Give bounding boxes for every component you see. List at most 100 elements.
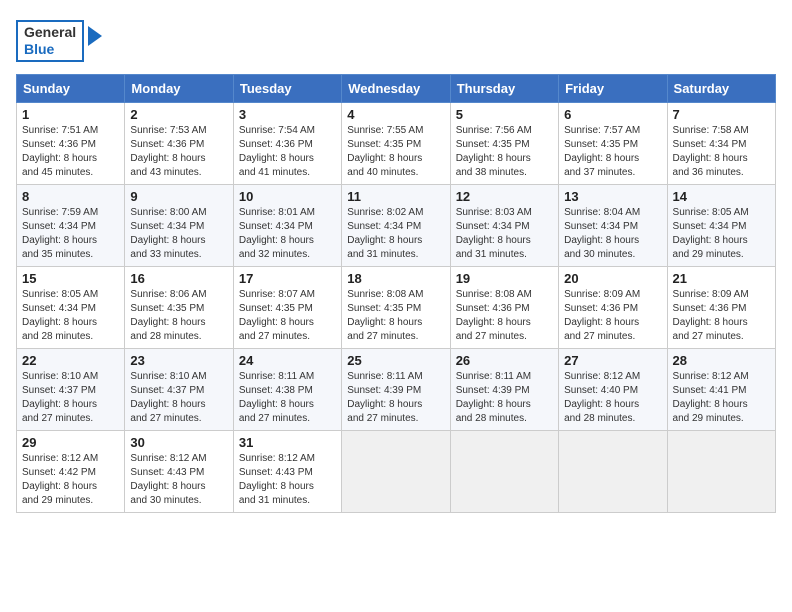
logo-line2: Blue [24,41,76,58]
weekday-header-row: SundayMondayTuesdayWednesdayThursdayFrid… [17,74,776,102]
day-number: 15 [22,271,119,286]
day-number: 2 [130,107,227,122]
calendar-body: 1Sunrise: 7:51 AM Sunset: 4:36 PM Daylig… [17,102,776,512]
day-info: Sunrise: 8:05 AM Sunset: 4:34 PM Dayligh… [673,206,770,262]
day-info: Sunrise: 8:07 AM Sunset: 4:35 PM Dayligh… [239,288,336,344]
calendar-cell: 23 Sunrise: 8:10 AM Sunset: 4:37 PM Dayli… [125,348,233,430]
calendar-cell: 11 Sunrise: 8:02 AM Sunset: 4:34 PM Dayli… [342,184,450,266]
calendar-week-5: 29 Sunrise: 8:12 AM Sunset: 4:42 PM Dayli… [17,430,776,512]
day-number: 26 [456,353,553,368]
calendar-cell: 1Sunrise: 7:51 AM Sunset: 4:36 PM Daylig… [17,102,125,184]
calendar-cell: 17Sunrise: 8:07 AM Sunset: 4:35 PM Dayli… [233,266,341,348]
calendar-cell: 7 Sunrise: 7:58 AM Sunset: 4:34 PM Daylig… [667,102,775,184]
weekday-friday: Friday [559,74,667,102]
calendar-week-4: 22Sunrise: 8:10 AM Sunset: 4:37 PM Dayli… [17,348,776,430]
day-info: Sunrise: 8:08 AM Sunset: 4:35 PM Dayligh… [347,288,444,344]
day-info: Sunrise: 8:10 AM Sunset: 4:37 PM Dayligh… [22,370,119,426]
calendar-cell: 9 Sunrise: 8:00 AM Sunset: 4:34 PM Daylig… [125,184,233,266]
calendar-week-3: 15Sunrise: 8:05 AM Sunset: 4:34 PM Dayli… [17,266,776,348]
weekday-sunday: Sunday [17,74,125,102]
day-info: Sunrise: 7:51 AM Sunset: 4:36 PM Dayligh… [22,124,119,180]
weekday-monday: Monday [125,74,233,102]
weekday-tuesday: Tuesday [233,74,341,102]
day-number: 8 [22,189,119,204]
day-info: Sunrise: 8:12 AM Sunset: 4:42 PM Dayligh… [22,452,119,508]
day-info: Sunrise: 8:02 AM Sunset: 4:34 PM Dayligh… [347,206,444,262]
day-number: 18 [347,271,444,286]
day-info: Sunrise: 8:11 AM Sunset: 4:39 PM Dayligh… [347,370,444,426]
day-info: Sunrise: 8:09 AM Sunset: 4:36 PM Dayligh… [673,288,770,344]
day-number: 11 [347,189,444,204]
calendar-cell [559,430,667,512]
calendar-cell: 6 Sunrise: 7:57 AM Sunset: 4:35 PM Daylig… [559,102,667,184]
calendar-cell: 27Sunrise: 8:12 AM Sunset: 4:40 PM Dayli… [559,348,667,430]
day-info: Sunrise: 7:58 AM Sunset: 4:34 PM Dayligh… [673,124,770,180]
calendar-cell [450,430,558,512]
day-number: 7 [673,107,770,122]
weekday-thursday: Thursday [450,74,558,102]
day-info: Sunrise: 7:54 AM Sunset: 4:36 PM Dayligh… [239,124,336,180]
calendar-cell: 8 Sunrise: 7:59 AM Sunset: 4:34 PM Daylig… [17,184,125,266]
calendar-cell: 28Sunrise: 8:12 AM Sunset: 4:41 PM Dayli… [667,348,775,430]
day-number: 29 [22,435,119,450]
day-number: 14 [673,189,770,204]
calendar-cell: 2Sunrise: 7:53 AM Sunset: 4:36 PM Daylig… [125,102,233,184]
logo-arrow-icon [88,26,102,46]
calendar-cell: 4 Sunrise: 7:55 AM Sunset: 4:35 PM Daylig… [342,102,450,184]
calendar-cell: 20Sunrise: 8:09 AM Sunset: 4:36 PM Dayli… [559,266,667,348]
calendar-cell: 29 Sunrise: 8:12 AM Sunset: 4:42 PM Dayli… [17,430,125,512]
day-number: 3 [239,107,336,122]
day-info: Sunrise: 7:55 AM Sunset: 4:35 PM Dayligh… [347,124,444,180]
calendar-cell: 31Sunrise: 8:12 AM Sunset: 4:43 PM Dayli… [233,430,341,512]
calendar-cell: 15Sunrise: 8:05 AM Sunset: 4:34 PM Dayli… [17,266,125,348]
calendar-table: SundayMondayTuesdayWednesdayThursdayFrid… [16,74,776,513]
calendar-cell: 22Sunrise: 8:10 AM Sunset: 4:37 PM Dayli… [17,348,125,430]
calendar-cell: 26 Sunrise: 8:11 AM Sunset: 4:39 PM Dayli… [450,348,558,430]
day-number: 10 [239,189,336,204]
day-number: 6 [564,107,661,122]
calendar-cell: 5 Sunrise: 7:56 AM Sunset: 4:35 PM Daylig… [450,102,558,184]
calendar-cell [667,430,775,512]
logo: General Blue [16,20,102,62]
logo-line1: General [24,24,76,41]
day-info: Sunrise: 8:12 AM Sunset: 4:43 PM Dayligh… [130,452,227,508]
day-number: 5 [456,107,553,122]
day-info: Sunrise: 8:00 AM Sunset: 4:34 PM Dayligh… [130,206,227,262]
calendar-cell: 19 Sunrise: 8:08 AM Sunset: 4:36 PM Dayli… [450,266,558,348]
calendar-cell: 14 Sunrise: 8:05 AM Sunset: 4:34 PM Dayli… [667,184,775,266]
logo-box: General Blue [16,20,84,62]
day-info: Sunrise: 8:10 AM Sunset: 4:37 PM Dayligh… [130,370,227,426]
day-number: 19 [456,271,553,286]
day-number: 4 [347,107,444,122]
day-info: Sunrise: 7:57 AM Sunset: 4:35 PM Dayligh… [564,124,661,180]
day-number: 16 [130,271,227,286]
day-info: Sunrise: 8:11 AM Sunset: 4:39 PM Dayligh… [456,370,553,426]
day-number: 31 [239,435,336,450]
calendar-cell: 10Sunrise: 8:01 AM Sunset: 4:34 PM Dayli… [233,184,341,266]
day-number: 13 [564,189,661,204]
calendar-cell: 24 Sunrise: 8:11 AM Sunset: 4:38 PM Dayli… [233,348,341,430]
day-number: 9 [130,189,227,204]
day-number: 24 [239,353,336,368]
day-info: Sunrise: 8:12 AM Sunset: 4:40 PM Dayligh… [564,370,661,426]
calendar-cell: 3 Sunrise: 7:54 AM Sunset: 4:36 PM Daylig… [233,102,341,184]
calendar-cell: 25 Sunrise: 8:11 AM Sunset: 4:39 PM Dayli… [342,348,450,430]
day-info: Sunrise: 8:04 AM Sunset: 4:34 PM Dayligh… [564,206,661,262]
day-info: Sunrise: 8:08 AM Sunset: 4:36 PM Dayligh… [456,288,553,344]
day-number: 12 [456,189,553,204]
day-info: Sunrise: 7:56 AM Sunset: 4:35 PM Dayligh… [456,124,553,180]
day-number: 23 [130,353,227,368]
day-info: Sunrise: 8:11 AM Sunset: 4:38 PM Dayligh… [239,370,336,426]
day-info: Sunrise: 8:12 AM Sunset: 4:41 PM Dayligh… [673,370,770,426]
calendar-week-1: 1Sunrise: 7:51 AM Sunset: 4:36 PM Daylig… [17,102,776,184]
calendar-week-2: 8 Sunrise: 7:59 AM Sunset: 4:34 PM Daylig… [17,184,776,266]
day-number: 30 [130,435,227,450]
page-header: General Blue [16,16,776,62]
calendar-cell: 16Sunrise: 8:06 AM Sunset: 4:35 PM Dayli… [125,266,233,348]
day-number: 20 [564,271,661,286]
weekday-wednesday: Wednesday [342,74,450,102]
day-info: Sunrise: 7:59 AM Sunset: 4:34 PM Dayligh… [22,206,119,262]
day-number: 25 [347,353,444,368]
calendar-cell: 18 Sunrise: 8:08 AM Sunset: 4:35 PM Dayli… [342,266,450,348]
calendar-cell: 13 Sunrise: 8:04 AM Sunset: 4:34 PM Dayli… [559,184,667,266]
